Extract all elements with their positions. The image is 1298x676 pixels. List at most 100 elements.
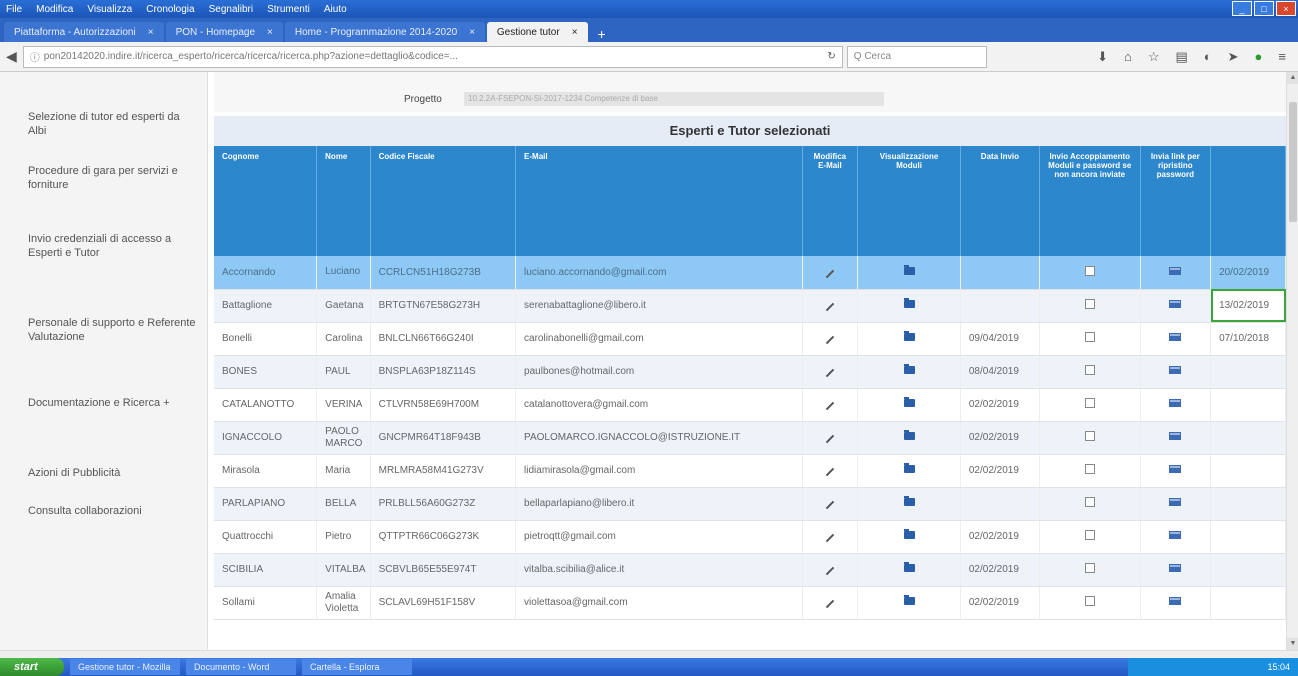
table-row[interactable]: SCIBILIA VITALBA SCBVLB65E55E974T vitalba.s… bbox=[214, 553, 1286, 587]
sidebar-item[interactable]: Selezione di tutor ed esperti da Albi bbox=[28, 110, 198, 138]
pencil-icon[interactable] bbox=[825, 599, 835, 609]
folder-icon[interactable] bbox=[903, 562, 915, 572]
sidebar-item[interactable]: Invio credenziali di accesso a Esperti e… bbox=[28, 232, 198, 260]
cell-date[interactable] bbox=[1210, 454, 1286, 488]
horizontal-scrollbar[interactable] bbox=[0, 650, 1298, 658]
sidebar-item[interactable]: Procedure di gara per servizi e fornitur… bbox=[28, 164, 198, 192]
cell-date[interactable] bbox=[1210, 421, 1286, 455]
table-row[interactable]: Accornando Luciano CCRLCN51H18G273B luciano… bbox=[214, 256, 1286, 290]
folder-icon[interactable] bbox=[903, 463, 915, 473]
send-checkbox[interactable] bbox=[1084, 563, 1095, 573]
taskbar-item[interactable]: Gestione tutor - Mozilla bbox=[70, 659, 180, 675]
send-checkbox[interactable] bbox=[1084, 265, 1095, 276]
sidebar-item[interactable]: Personale di supporto e Referente Valuta… bbox=[28, 316, 198, 344]
cell-date[interactable]: 20/02/2019 bbox=[1210, 256, 1286, 290]
menu-item[interactable]: Segnalibri bbox=[209, 4, 253, 15]
envelope-icon[interactable] bbox=[1169, 597, 1182, 605]
pencil-icon[interactable] bbox=[825, 368, 835, 378]
maximize-button[interactable]: □ bbox=[1254, 1, 1274, 16]
cell-date[interactable] bbox=[1210, 487, 1286, 521]
send-checkbox[interactable] bbox=[1084, 431, 1095, 441]
pencil-icon[interactable] bbox=[825, 467, 835, 477]
table-row[interactable]: BONES PAUL BNSPLA63P18Z114S paulbones@hotma… bbox=[214, 355, 1286, 389]
reload-icon[interactable]: ↻ bbox=[821, 51, 835, 62]
cell-date[interactable] bbox=[1210, 355, 1286, 389]
menu-item[interactable]: Strumenti bbox=[267, 4, 310, 15]
cell-date[interactable]: 13/02/2019 bbox=[1210, 289, 1286, 323]
close-tab-icon[interactable]: × bbox=[572, 27, 578, 38]
envelope-icon[interactable] bbox=[1169, 465, 1182, 473]
close-tab-icon[interactable]: × bbox=[148, 27, 154, 38]
pocket-icon[interactable]: ◐ bbox=[1204, 49, 1212, 65]
info-icon[interactable]: ⓘ bbox=[30, 49, 40, 64]
pencil-icon[interactable] bbox=[825, 566, 835, 576]
table-row[interactable]: IGNACCOLO PAOLO MARCO GNCPMR64T18F943B PAOL… bbox=[214, 421, 1286, 455]
menu-item[interactable]: Modifica bbox=[36, 4, 73, 15]
send-checkbox[interactable] bbox=[1084, 596, 1095, 606]
pencil-icon[interactable] bbox=[825, 500, 835, 510]
pencil-icon[interactable] bbox=[825, 302, 835, 312]
download-icon[interactable]: ⬇ bbox=[1097, 49, 1108, 65]
envelope-icon[interactable] bbox=[1169, 300, 1182, 308]
scroll-thumb[interactable] bbox=[1289, 102, 1297, 222]
vertical-scrollbar[interactable]: ▲ ▼ bbox=[1286, 72, 1298, 650]
folder-icon[interactable] bbox=[903, 529, 915, 539]
pencil-icon[interactable] bbox=[825, 401, 835, 411]
table-row[interactable]: CATALANOTTO VERINA CTLVRN58E69H700M catalan… bbox=[214, 388, 1286, 422]
menu-item[interactable]: Cronologia bbox=[146, 4, 194, 15]
send-checkbox[interactable] bbox=[1084, 530, 1095, 540]
send-checkbox[interactable] bbox=[1084, 497, 1095, 507]
browser-tab[interactable]: Piattaforma - Autorizzazioni × bbox=[4, 22, 164, 42]
sidebar-item[interactable]: Documentazione e Ricerca + bbox=[28, 396, 198, 410]
folder-icon[interactable] bbox=[903, 264, 915, 275]
folder-icon[interactable] bbox=[903, 496, 915, 506]
folder-icon[interactable] bbox=[903, 331, 915, 341]
send-checkbox[interactable] bbox=[1084, 365, 1095, 375]
send-icon[interactable]: ➤ bbox=[1228, 49, 1239, 65]
envelope-icon[interactable] bbox=[1169, 498, 1182, 506]
pencil-icon[interactable] bbox=[825, 269, 835, 278]
send-checkbox[interactable] bbox=[1084, 299, 1095, 309]
envelope-icon[interactable] bbox=[1169, 432, 1182, 440]
close-tab-icon[interactable]: × bbox=[267, 27, 273, 38]
table-row[interactable]: Sollami Amalia Violetta SCLAVL69H51F158V vi… bbox=[214, 586, 1286, 620]
pencil-icon[interactable] bbox=[825, 335, 835, 345]
bookmark-star-icon[interactable]: ☆ bbox=[1148, 49, 1160, 65]
table-row[interactable]: Bonelli Carolina BNLCLN66T66G240I carolinab… bbox=[214, 322, 1286, 356]
send-checkbox[interactable] bbox=[1084, 332, 1095, 342]
pencil-icon[interactable] bbox=[825, 434, 835, 444]
folder-icon[interactable] bbox=[903, 397, 915, 407]
folder-icon[interactable] bbox=[903, 298, 915, 308]
browser-tab[interactable]: Home - Programmazione 2014-2020 × bbox=[284, 22, 485, 42]
menu-item[interactable]: Aiuto bbox=[324, 4, 347, 15]
folder-icon[interactable] bbox=[903, 364, 915, 374]
hamburger-menu-icon[interactable]: ≡ bbox=[1278, 49, 1286, 65]
table-row[interactable]: Quattrocchi Pietro QTTPTR66C06G273K pietroq… bbox=[214, 520, 1286, 554]
folder-icon[interactable] bbox=[903, 595, 915, 605]
start-button[interactable]: start bbox=[0, 658, 64, 676]
close-tab-icon[interactable]: × bbox=[469, 27, 475, 38]
table-row[interactable]: Mirasola Maria MRLMRA58M41G273V lidiamiraso… bbox=[214, 454, 1286, 488]
pencil-icon[interactable] bbox=[825, 533, 835, 543]
browser-tab[interactable]: Gestione tutor × bbox=[486, 22, 588, 42]
scroll-up-icon[interactable]: ▲ bbox=[1287, 72, 1298, 84]
sidebar-item[interactable]: Azioni di Pubblicità bbox=[28, 466, 198, 480]
bookmarks-list-icon[interactable]: ▤ bbox=[1175, 49, 1187, 65]
scroll-down-icon[interactable]: ▼ bbox=[1287, 638, 1298, 650]
envelope-icon[interactable] bbox=[1169, 266, 1182, 275]
table-row[interactable]: PARLAPIANO BELLA PRLBLL56A60G273Z bellaparl… bbox=[214, 487, 1286, 521]
envelope-icon[interactable] bbox=[1169, 531, 1182, 539]
envelope-icon[interactable] bbox=[1169, 399, 1182, 407]
home-icon[interactable]: ⌂ bbox=[1124, 49, 1132, 65]
envelope-icon[interactable] bbox=[1169, 333, 1182, 341]
browser-tab[interactable]: PON - Homepage × bbox=[165, 22, 283, 42]
back-icon[interactable]: ◀ bbox=[6, 48, 17, 65]
table-row[interactable]: Battaglione Gaetana BRTGTN67E58G273H serena… bbox=[214, 289, 1286, 323]
folder-icon[interactable] bbox=[903, 430, 915, 440]
url-bar[interactable]: ⓘ pon20142020.indire.it/ricerca_esperto/… bbox=[22, 45, 843, 68]
cell-date[interactable] bbox=[1210, 586, 1286, 620]
cell-date[interactable]: 07/10/2018 bbox=[1210, 322, 1286, 356]
envelope-icon[interactable] bbox=[1169, 366, 1182, 374]
cell-date[interactable] bbox=[1210, 520, 1286, 554]
extension-icon[interactable]: ● bbox=[1255, 49, 1263, 65]
